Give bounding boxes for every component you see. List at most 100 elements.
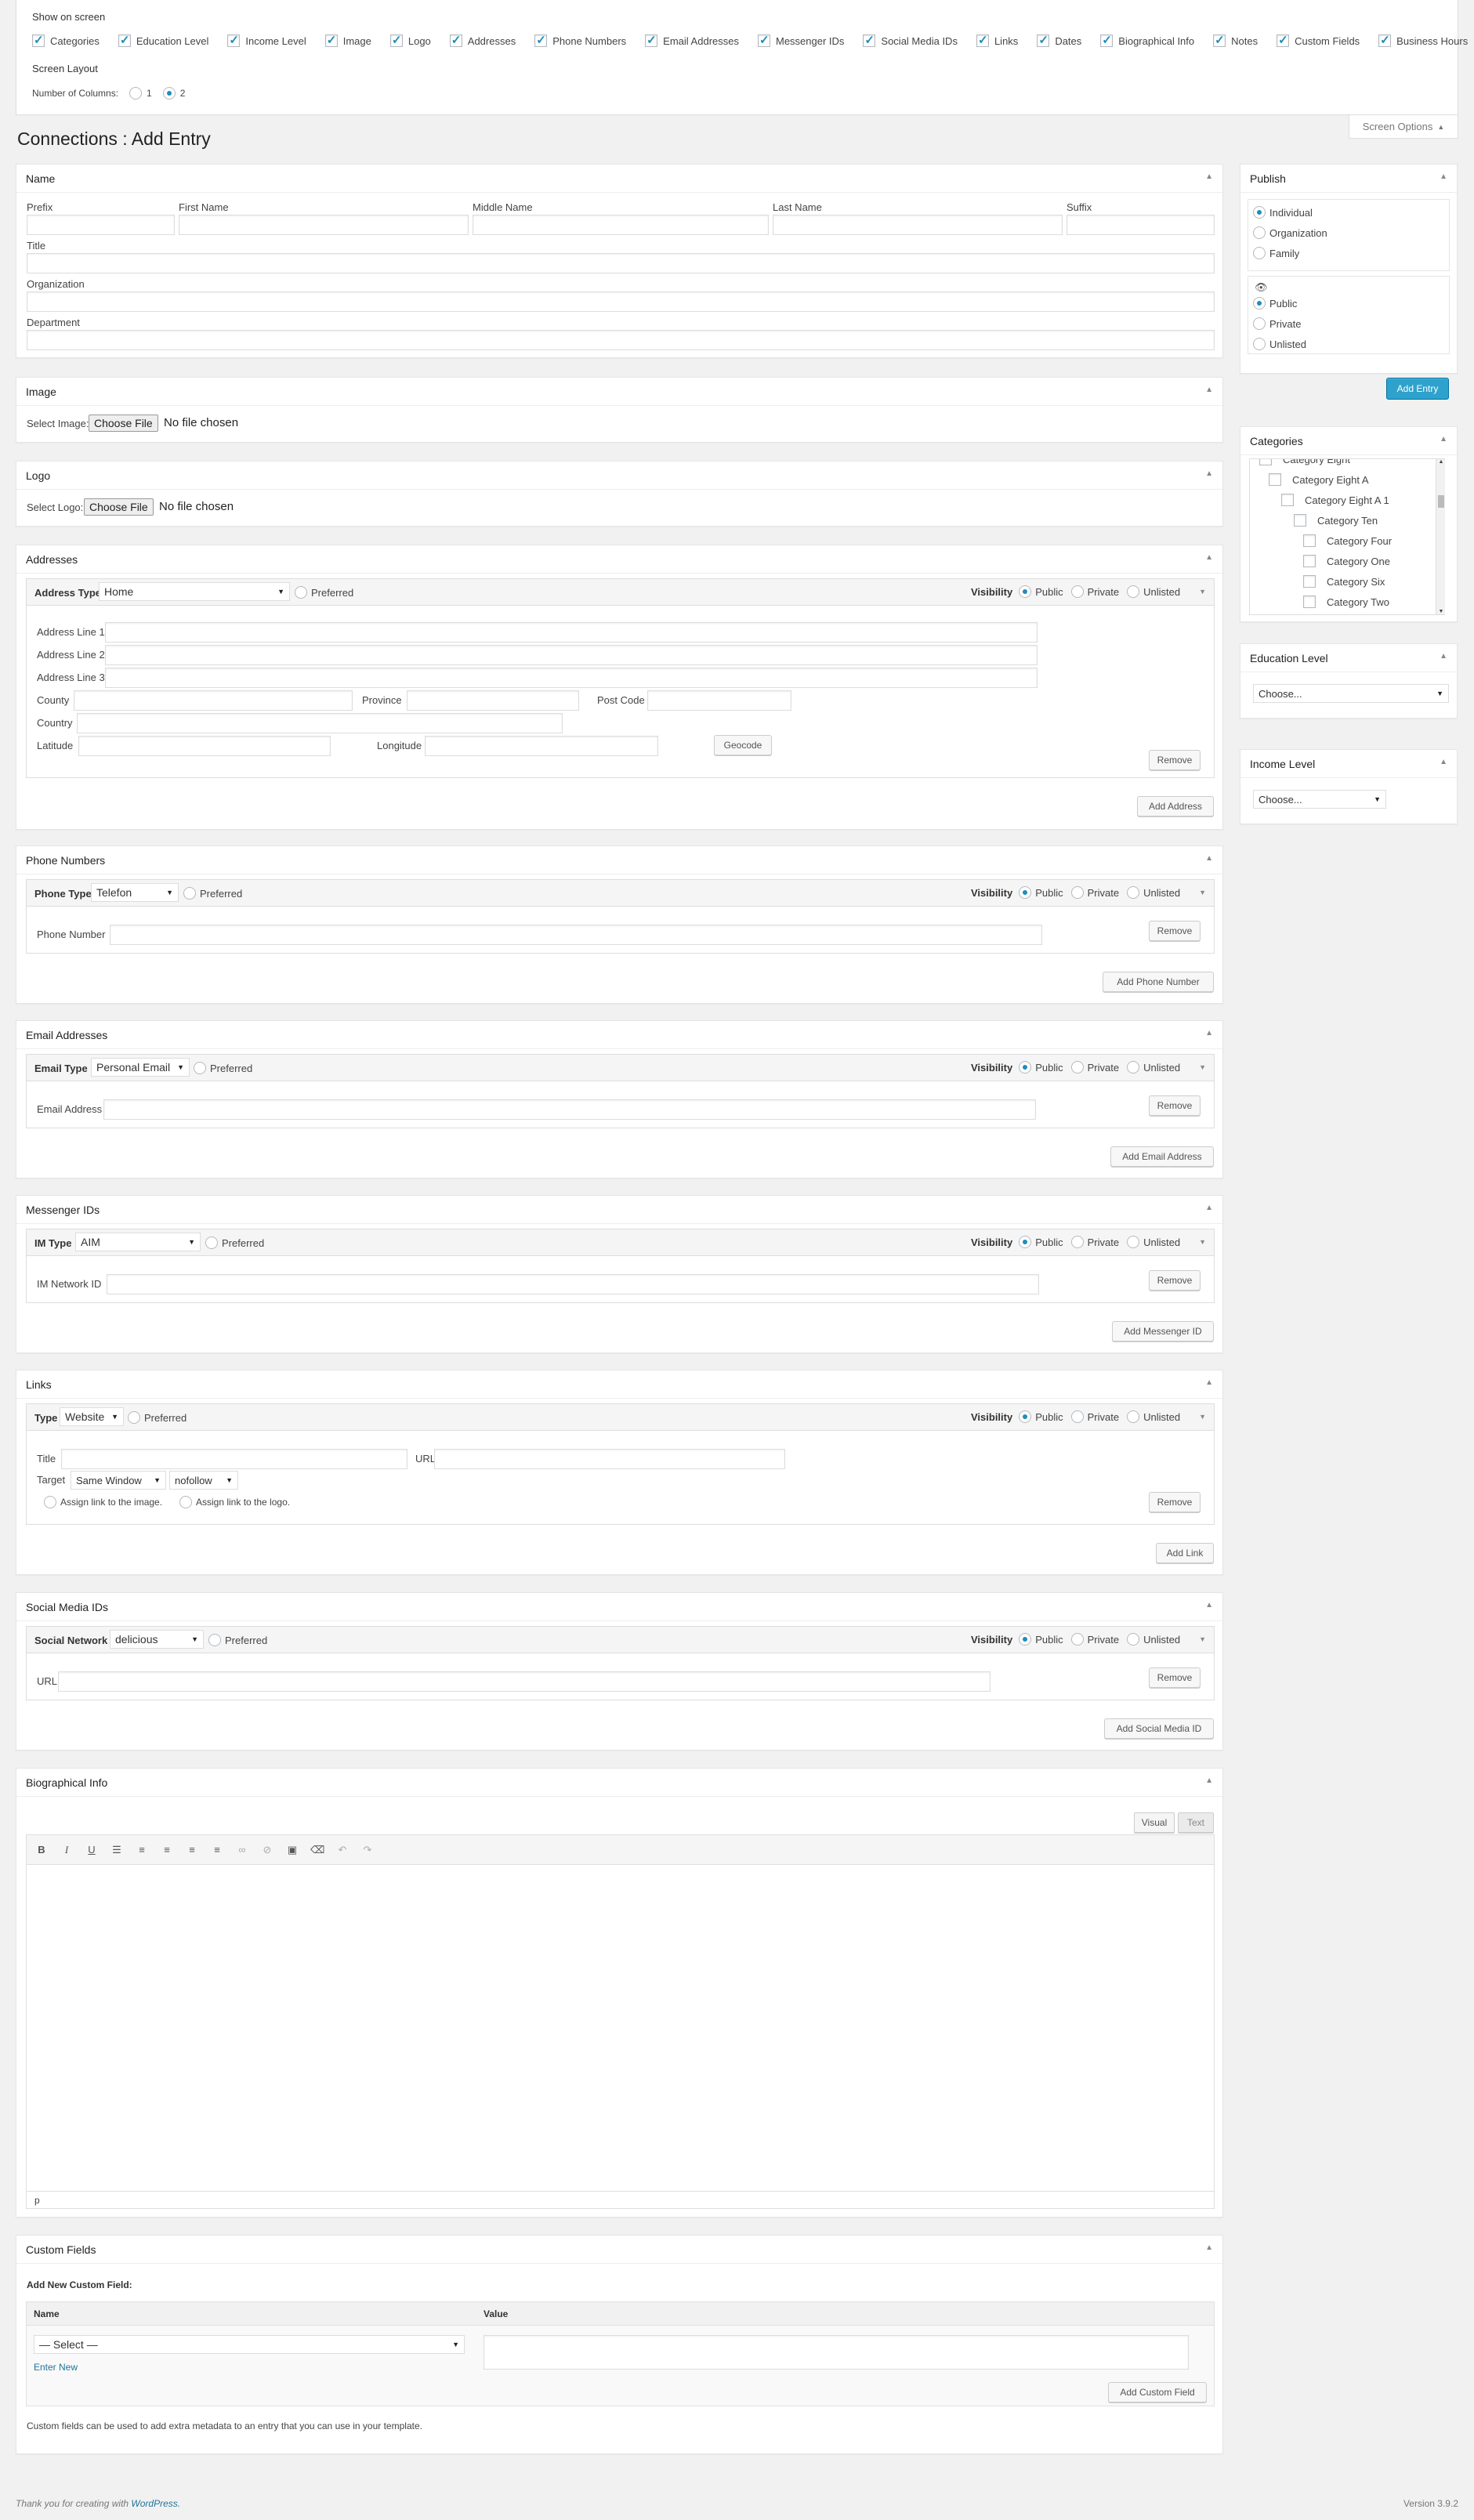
- choose-logo-button[interactable]: Choose File: [84, 498, 154, 516]
- align-right-icon[interactable]: ≡: [210, 1843, 224, 1857]
- social-network-select[interactable]: delicious ▼: [110, 1630, 204, 1649]
- prefix-input[interactable]: [27, 215, 175, 235]
- screen-option-biographical-info[interactable]: Biographical Info: [1100, 33, 1194, 47]
- unlisted-radio[interactable]: [1253, 338, 1266, 350]
- middle-name-input[interactable]: [473, 215, 769, 235]
- collapse-caret-icon[interactable]: ▼: [1199, 1413, 1206, 1421]
- choose-image-button[interactable]: Choose File: [89, 415, 158, 432]
- type-organization[interactable]: Organization: [1253, 226, 1327, 239]
- screen-option-social-media-ids[interactable]: Social Media IDs: [863, 33, 958, 47]
- screen-option-image[interactable]: Image: [324, 33, 371, 47]
- checkbox-icon[interactable]: [1259, 459, 1272, 465]
- screen-option-phone-numbers[interactable]: Phone Numbers: [534, 33, 626, 47]
- phone-number-input[interactable]: [110, 925, 1042, 945]
- checkbox-icon[interactable]: [976, 33, 989, 47]
- text-tab[interactable]: Text: [1178, 1812, 1214, 1833]
- collapse-icon[interactable]: ▲: [1440, 172, 1447, 181]
- screen-option-messenger-ids[interactable]: Messenger IDs: [757, 33, 844, 47]
- add-link-button[interactable]: Add Link: [1156, 1543, 1214, 1563]
- link-icon[interactable]: ∞: [235, 1843, 249, 1857]
- checkbox-icon[interactable]: [324, 33, 338, 47]
- checkbox-icon[interactable]: [1294, 514, 1306, 527]
- unlisted-radio[interactable]: [1127, 1410, 1140, 1423]
- checkbox-icon[interactable]: [1303, 534, 1316, 547]
- collapse-icon[interactable]: ▲: [1440, 435, 1447, 444]
- link-target-select[interactable]: Same Window ▼: [71, 1471, 166, 1490]
- category-item[interactable]: Category Two: [1303, 596, 1389, 608]
- assign-image-radio[interactable]: [44, 1496, 56, 1508]
- bold-icon[interactable]: B: [34, 1843, 49, 1857]
- department-input[interactable]: [27, 330, 1215, 350]
- screen-option-dates[interactable]: Dates: [1037, 33, 1081, 47]
- align-center-icon[interactable]: ≡: [185, 1843, 199, 1857]
- remove-social-button[interactable]: Remove: [1149, 1667, 1201, 1688]
- collapse-caret-icon[interactable]: ▼: [1199, 1635, 1206, 1643]
- paste-icon[interactable]: ▣: [285, 1843, 299, 1857]
- checkbox-icon[interactable]: [757, 33, 770, 47]
- screen-option-links[interactable]: Links: [976, 33, 1018, 47]
- category-item[interactable]: Category Eight A 1: [1281, 494, 1389, 506]
- collapse-icon[interactable]: ▲: [1440, 758, 1447, 766]
- unlisted-radio[interactable]: [1127, 1633, 1140, 1646]
- collapse-icon[interactable]: ▲: [1205, 172, 1213, 181]
- public-radio[interactable]: [1019, 886, 1032, 899]
- private-radio[interactable]: [1070, 1236, 1084, 1248]
- checkbox-icon[interactable]: [389, 33, 403, 47]
- category-item[interactable]: Category Four: [1303, 534, 1392, 547]
- remove-phone-button[interactable]: Remove: [1149, 921, 1201, 941]
- screen-option-education-level[interactable]: Education Level: [118, 33, 208, 47]
- enter-new-link[interactable]: Enter New: [34, 2362, 78, 2373]
- phone-type-select[interactable]: Telefon ▼: [91, 883, 179, 902]
- link-title-input[interactable]: [61, 1449, 407, 1469]
- remove-messenger-button[interactable]: Remove: [1149, 1270, 1201, 1291]
- link-rel-select[interactable]: nofollow ▼: [169, 1471, 238, 1490]
- vis-private[interactable]: Private: [1253, 317, 1301, 330]
- private-radio[interactable]: [1070, 1410, 1084, 1423]
- education-select[interactable]: Choose... ▼: [1253, 684, 1449, 703]
- screen-option-logo[interactable]: Logo: [389, 33, 431, 47]
- preferred-radio[interactable]: [194, 1062, 206, 1074]
- social-url-input[interactable]: [58, 1671, 991, 1692]
- visual-tab[interactable]: Visual: [1134, 1812, 1175, 1833]
- link-url-input[interactable]: [434, 1449, 785, 1469]
- unlisted-radio[interactable]: [1127, 585, 1140, 598]
- collapse-icon[interactable]: ▲: [1205, 1204, 1213, 1212]
- undo-icon[interactable]: ↶: [335, 1843, 349, 1857]
- preferred-radio[interactable]: [128, 1411, 140, 1424]
- redo-icon[interactable]: ↷: [360, 1843, 375, 1857]
- checkbox-icon[interactable]: [1277, 33, 1290, 47]
- category-item[interactable]: Category Eight A: [1269, 473, 1369, 486]
- bullet-list-icon[interactable]: ☰: [110, 1843, 124, 1857]
- screen-option-custom-fields[interactable]: Custom Fields: [1277, 33, 1360, 47]
- checkbox-icon[interactable]: [1100, 33, 1114, 47]
- longitude-input[interactable]: [425, 736, 658, 756]
- categories-scrollbar[interactable]: ▲ ▼: [1436, 459, 1445, 614]
- unlisted-radio[interactable]: [1127, 1236, 1140, 1248]
- public-radio[interactable]: [1019, 1061, 1032, 1074]
- remove-address-button[interactable]: Remove: [1149, 750, 1201, 770]
- scroll-thumb[interactable]: [1438, 495, 1444, 508]
- add-entry-button-visible[interactable]: Add Entry: [1386, 378, 1449, 400]
- collapse-icon[interactable]: ▲: [1440, 652, 1447, 661]
- email-address-input[interactable]: [103, 1099, 1036, 1120]
- type-family[interactable]: Family: [1253, 247, 1299, 259]
- assign-logo-radio[interactable]: [179, 1496, 192, 1508]
- screen-option-notes[interactable]: Notes: [1213, 33, 1258, 47]
- numbered-list-icon[interactable]: ≡: [135, 1843, 149, 1857]
- category-item[interactable]: Category Six: [1303, 575, 1385, 588]
- email-preferred[interactable]: Preferred: [194, 1062, 252, 1074]
- unlisted-radio[interactable]: [1127, 886, 1140, 899]
- checkbox-icon[interactable]: [1037, 33, 1050, 47]
- remove-link-button[interactable]: Remove: [1149, 1492, 1201, 1512]
- preferred-radio[interactable]: [295, 586, 307, 599]
- public-radio[interactable]: [1019, 1410, 1032, 1423]
- collapse-icon[interactable]: ▲: [1205, 2243, 1213, 2252]
- address-preferred[interactable]: Preferred: [295, 586, 353, 599]
- private-radio[interactable]: [1070, 585, 1084, 598]
- italic-icon[interactable]: I: [60, 1843, 74, 1857]
- screen-option-email-addresses[interactable]: Email Addresses: [645, 33, 739, 47]
- im-preferred[interactable]: Preferred: [205, 1236, 264, 1249]
- underline-icon[interactable]: U: [85, 1843, 99, 1857]
- checkbox-icon[interactable]: [863, 33, 876, 47]
- link-preferred[interactable]: Preferred: [128, 1411, 187, 1424]
